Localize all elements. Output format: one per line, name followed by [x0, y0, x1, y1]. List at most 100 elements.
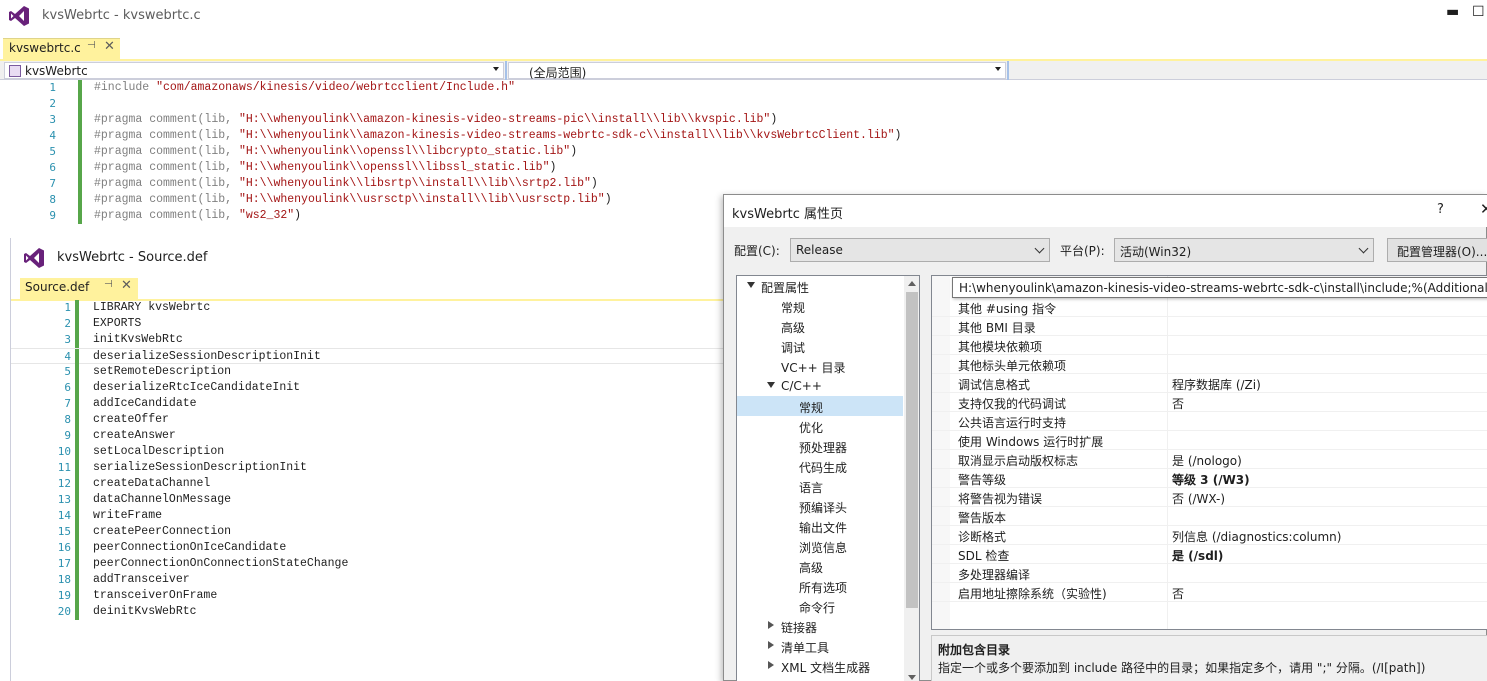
tree-item[interactable]: 代码生成 [737, 456, 903, 476]
property-row[interactable]: 调试信息格式 程序数据库 (/Zi) [932, 374, 1487, 393]
def-line[interactable]: 5 setRemoteDescription [11, 364, 727, 380]
pin-icon[interactable]: ⊣ [104, 279, 113, 290]
project-dropdown[interactable]: kvsWebrtc [4, 62, 504, 79]
property-row[interactable]: 取消显示启动版权标志 是 (/nologo) [932, 450, 1487, 469]
code-line[interactable]: 2 [0, 96, 1487, 112]
code-suffix: ) [294, 209, 302, 222]
def-line[interactable]: 12 createDataChannel [11, 476, 727, 492]
help-icon[interactable]: ? [1437, 202, 1444, 217]
def-line[interactable]: 1 LIBRARY kvsWebrtc [11, 300, 727, 316]
code-line[interactable]: 3 #pragma comment(lib, "H:\\whenyoulink\\… [0, 112, 1487, 128]
code-line[interactable]: 6 #pragma comment(lib, "H:\\whenyoulink\\… [0, 160, 1487, 176]
tab-kvswebrtc-c[interactable]: kvswebrtc.c ⊣ ✕ [3, 38, 120, 59]
tree-item[interactable]: C/C++ [737, 376, 903, 396]
code-line[interactable]: 7 #pragma comment(lib, "H:\\whenyoulink\\… [0, 176, 1487, 192]
code-text: #pragma comment(lib, "H:\\whenyoulink\\a… [94, 113, 777, 126]
def-line[interactable]: 13 dataChannelOnMessage [11, 492, 727, 508]
tree-item[interactable]: 调试 [737, 336, 903, 356]
scope-dropdown[interactable]: (全局范围) [508, 62, 1006, 80]
platform-select[interactable]: 活动(Win32) [1114, 238, 1374, 262]
tree-item[interactable]: 常规 [737, 296, 903, 316]
tree-item-label: 优化 [799, 421, 824, 435]
collapsed-triangle-icon[interactable] [768, 621, 774, 629]
config-select[interactable]: Release [790, 238, 1050, 262]
tree-item[interactable]: 配置属性 [737, 276, 903, 296]
property-row[interactable]: 诊断格式 列信息 (/diagnostics:column) [932, 526, 1487, 545]
def-line[interactable]: 17 peerConnectionOnConnectionStateChange [11, 556, 727, 572]
property-row[interactable]: 警告版本 [932, 507, 1487, 526]
property-name: 多处理器编译 [958, 568, 1031, 582]
config-manager-button[interactable]: 配置管理器(O)... [1387, 238, 1487, 262]
code-line[interactable]: 4 #pragma comment(lib, "H:\\whenyoulink\\… [0, 128, 1487, 144]
def-line[interactable]: 16 peerConnectionOnIceCandidate [11, 540, 727, 556]
code-line[interactable]: 5 #pragma comment(lib, "H:\\whenyoulink\\… [0, 144, 1487, 160]
def-line[interactable]: 20 deinitKvsWebRtc [11, 604, 727, 620]
scroll-thumb[interactable] [906, 292, 918, 608]
def-line[interactable]: 9 createAnswer [11, 428, 727, 444]
tree-item[interactable]: XML 文档生成器 [737, 656, 903, 676]
string-literal: "H:\\whenyoulink\\libsrtp\\install\\lib\… [238, 177, 591, 190]
tree-item[interactable]: 预编译头 [737, 496, 903, 516]
property-row[interactable]: 支持仅我的代码调试 否 [932, 393, 1487, 412]
maximize-icon[interactable]: ☐ [1472, 4, 1485, 20]
tree-item[interactable]: 所有选项 [737, 576, 903, 596]
tree-item[interactable]: 链接器 [737, 616, 903, 636]
def-line[interactable]: 14 writeFrame [11, 508, 727, 524]
def-line[interactable]: 2 EXPORTS [11, 316, 727, 332]
tree-item[interactable]: 高级 [737, 316, 903, 336]
close-icon[interactable]: ✕ [121, 278, 132, 293]
minimize-icon[interactable]: ▬ [1446, 4, 1459, 20]
def-line[interactable]: 15 createPeerConnection [11, 524, 727, 540]
tree-item[interactable]: 命令行 [737, 596, 903, 616]
tree-item[interactable]: 输出文件 [737, 516, 903, 536]
property-row[interactable]: 多处理器编译 [932, 564, 1487, 583]
tree-item[interactable]: 语言 [737, 476, 903, 496]
expanded-triangle-icon[interactable] [767, 382, 775, 388]
def-line[interactable]: 19 transceiverOnFrame [11, 588, 727, 604]
tree-item[interactable]: 优化 [737, 416, 903, 436]
pin-icon[interactable]: ⊣ [87, 40, 96, 51]
expanded-triangle-icon[interactable] [747, 282, 755, 288]
preprocessor-text: #include [94, 81, 157, 94]
def-line[interactable]: 8 createOffer [11, 412, 727, 428]
def-line[interactable]: 6 deserializeRtcIceCandidateInit [11, 380, 727, 396]
property-row[interactable]: 其他 #using 指令 [932, 298, 1487, 317]
def-line[interactable]: 18 addTransceiver [11, 572, 727, 588]
property-row[interactable]: 使用 Windows 运行时扩展 [932, 431, 1487, 450]
tree-item[interactable]: 清单工具 [737, 636, 903, 656]
close-icon[interactable]: ✕ [1480, 200, 1487, 218]
tree-item-label: 配置属性 [761, 281, 810, 295]
scroll-up-icon[interactable] [908, 281, 916, 286]
line-number: 8 [64, 413, 71, 426]
def-line[interactable]: 4 deserializeSessionDescriptionInit [11, 348, 727, 365]
collapsed-triangle-icon[interactable] [768, 641, 774, 649]
preprocessor-text: #pragma comment(lib, [94, 145, 239, 158]
def-line[interactable]: 3 initKvsWebRtc [11, 332, 727, 348]
collapsed-triangle-icon[interactable] [768, 661, 774, 669]
tree-item[interactable]: 高级 [737, 556, 903, 576]
tree-item[interactable]: VC++ 目录 [737, 356, 903, 376]
property-tree[interactable]: 配置属性 常规 高级 调试 VC++ 目录 C/C++ 常规 优化 预处理器 代码生成 语言 预编译头… [736, 275, 920, 681]
property-row[interactable]: 将警告视为错误 否 (/WX-) [932, 488, 1487, 507]
scroll-down-icon[interactable] [908, 675, 916, 680]
def-line[interactable]: 11 serializeSessionDescriptionInit [11, 460, 727, 476]
property-row[interactable]: SDL 检查 是 (/sdl) [932, 545, 1487, 564]
tree-scrollbar[interactable] [904, 276, 919, 681]
property-row[interactable]: 其他 BMI 目录 [932, 317, 1487, 336]
tab-source-def[interactable]: Source.def ⊣ ✕ [20, 278, 138, 299]
preprocessor-text: #pragma comment(lib, [94, 113, 239, 126]
code-text: #include "com/amazonaws/kinesis/video/we… [94, 81, 515, 94]
property-row[interactable]: 公共语言运行时支持 [932, 412, 1487, 431]
close-icon[interactable]: ✕ [104, 39, 115, 54]
property-grid[interactable]: 其他 #using 指令 其他 BMI 目录 其他模块依赖项 其他标头单元依赖项 调试信… [931, 275, 1487, 630]
property-row[interactable]: 其他标头单元依赖项 [932, 355, 1487, 374]
property-row[interactable]: 警告等级 等级 3 (/W3) [932, 469, 1487, 488]
def-line[interactable]: 7 addIceCandidate [11, 396, 727, 412]
code-line[interactable]: 1 #include "com/amazonaws/kinesis/video/w… [0, 80, 1487, 96]
tree-item[interactable]: 常规 [737, 396, 903, 416]
property-row[interactable]: 其他模块依赖项 [932, 336, 1487, 355]
property-row[interactable]: 启用地址擦除系统（实验性) 否 [932, 583, 1487, 602]
tree-item[interactable]: 浏览信息 [737, 536, 903, 556]
def-line[interactable]: 10 setLocalDescription [11, 444, 727, 460]
tree-item[interactable]: 预处理器 [737, 436, 903, 456]
